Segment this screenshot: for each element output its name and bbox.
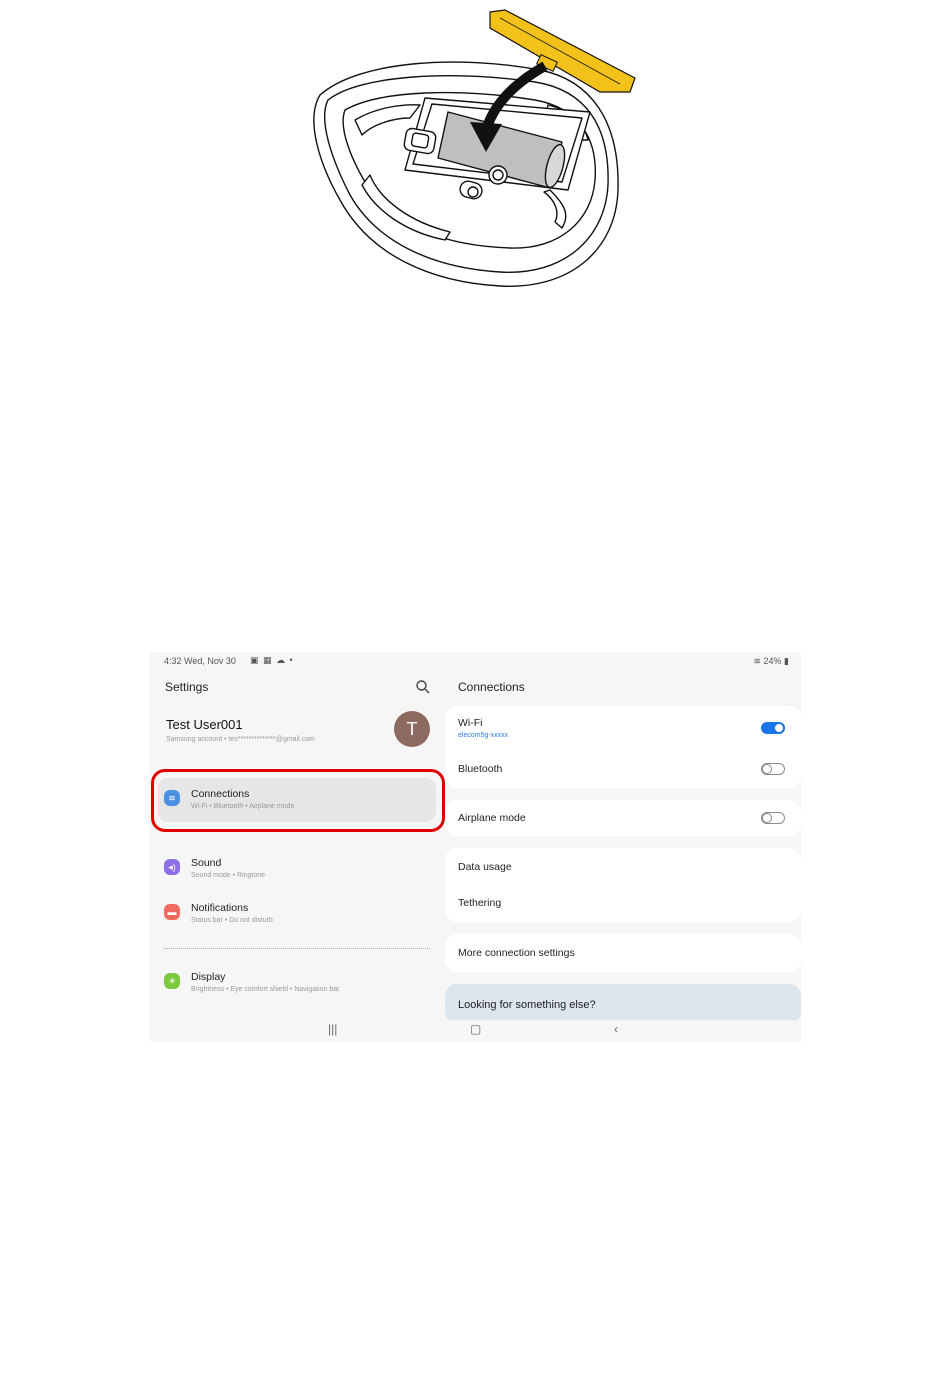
navigation-bar: ||| ▢ ‹	[150, 1020, 801, 1042]
home-icon[interactable]: ▢	[470, 1022, 481, 1036]
settings-title: Settings	[165, 680, 209, 694]
menu-item-display[interactable]: ☀ Display Brightness • Eye comfort shiel…	[158, 961, 436, 1005]
notification-icons: ▣ ▦ ☁ •	[250, 655, 294, 665]
tablet-screen: 4:32 Wed, Nov 30 ▣ ▦ ☁ • ≋ 24% ▮ Setting…	[150, 652, 801, 1042]
status-time: 4:32 Wed, Nov 30	[164, 656, 236, 666]
highlight-box	[151, 769, 445, 832]
sun-icon: ☀	[164, 973, 180, 989]
menu-item-sound[interactable]: ◂) Sound Sound mode • Ringtone	[158, 847, 436, 891]
wifi-toggle[interactable]	[761, 722, 785, 734]
more-connection-settings[interactable]: More connection settings	[458, 947, 575, 959]
airplane-toggle[interactable]	[761, 812, 785, 824]
more-card: More connection settings	[445, 934, 801, 972]
menu-sub: Brightness • Eye comfort shield • Naviga…	[191, 986, 340, 993]
wifi-status-icon: ≋	[753, 656, 761, 666]
looking-for-something-else[interactable]: Looking for something else?	[445, 984, 801, 1024]
account-name: Test User001	[166, 717, 243, 732]
wifi-network: elecom5g-xxxxx	[458, 732, 509, 739]
back-icon[interactable]: ‹	[614, 1022, 618, 1036]
battery-percent: 24%	[763, 656, 782, 666]
airplane-label[interactable]: Airplane mode	[458, 812, 526, 824]
toggle-knob	[762, 764, 772, 774]
battery-status: ≋ 24% ▮	[753, 656, 789, 667]
avatar[interactable]: T	[394, 711, 430, 747]
menu-label: Notifications	[191, 902, 249, 914]
mouse-battery-illustration	[313, 9, 636, 287]
data-card: Data usage Tethering	[445, 848, 801, 922]
toggle-knob	[762, 813, 772, 823]
speaker-icon: ◂)	[164, 859, 180, 875]
menu-label: Display	[191, 971, 226, 983]
menu-sub: Status bar • Do not disturb	[191, 917, 273, 924]
bluetooth-toggle[interactable]	[761, 763, 785, 775]
recents-icon[interactable]: |||	[328, 1022, 337, 1036]
connections-title: Connections	[458, 680, 525, 694]
divider	[164, 948, 430, 949]
bluetooth-label[interactable]: Bluetooth	[458, 763, 502, 775]
status-bar: 4:32 Wed, Nov 30 ▣ ▦ ☁ • ≋ 24% ▮	[150, 652, 801, 670]
bell-icon: ▬	[164, 904, 180, 920]
toggle-knob	[774, 723, 784, 733]
battery-icon: ▮	[784, 656, 789, 666]
airplane-card: Airplane mode	[445, 800, 801, 836]
wifi-bluetooth-card: Wi-Fi elecom5g-xxxxx Bluetooth	[445, 706, 801, 788]
looking-label: Looking for something else?	[458, 999, 596, 1011]
menu-sub: Sound mode • Ringtone	[191, 872, 266, 879]
wifi-label[interactable]: Wi-Fi	[458, 717, 483, 729]
search-icon[interactable]	[415, 679, 431, 695]
menu-label: Sound	[191, 857, 222, 869]
menu-item-notifications[interactable]: ▬ Notifications Status bar • Do not dist…	[158, 892, 436, 936]
data-usage-label[interactable]: Data usage	[458, 861, 512, 873]
account-email: Samsung account • tes**************@gmai…	[166, 736, 315, 743]
tethering-label[interactable]: Tethering	[458, 897, 501, 909]
